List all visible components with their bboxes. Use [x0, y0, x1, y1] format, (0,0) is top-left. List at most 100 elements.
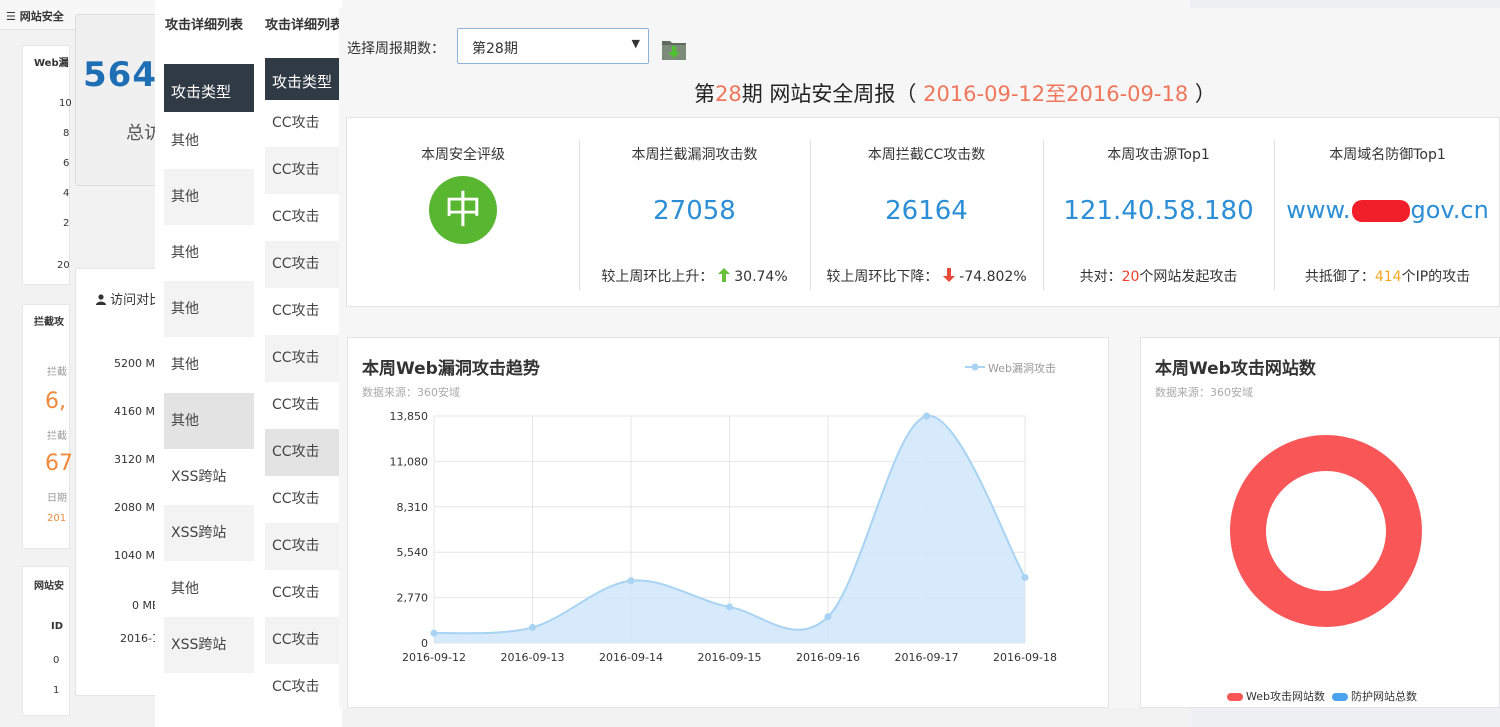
- site-security-card: 网站安 ID 0 1: [22, 566, 70, 716]
- web-tick: 6: [63, 158, 70, 169]
- list-item[interactable]: XSS跨站: [164, 449, 254, 505]
- period-selected-value: 第28期: [472, 41, 518, 57]
- legend-item-attacked[interactable]: Web攻击网站数: [1227, 690, 1325, 703]
- attack-list-panel-2: 攻击详细列表 攻击类型 CC攻击 CC攻击 CC攻击 CC攻击 CC攻击 CC攻击 CC攻击…: [257, 0, 344, 727]
- data-point[interactable]: [824, 613, 832, 621]
- block-date-label: 日期: [47, 493, 67, 504]
- list-item[interactable]: CC攻击: [265, 429, 342, 476]
- legend-item-protected[interactable]: 防护网站总数: [1331, 690, 1417, 703]
- list-item[interactable]: XSS跨站: [164, 505, 254, 561]
- report-period-number: 28: [715, 82, 742, 106]
- list-item[interactable]: CC攻击: [265, 476, 342, 523]
- stat-value: www. gov.cn: [1274, 196, 1500, 224]
- list-item[interactable]: XSS跨站: [164, 617, 254, 673]
- web-attack-card: Web漏 10 8 6 4 2 20: [22, 45, 72, 285]
- attack-type-column-header[interactable]: 攻击类型: [164, 64, 254, 112]
- x-tick-label: 2016-09-14: [599, 651, 663, 664]
- stat-value: 26164: [885, 196, 968, 226]
- attack-type-column-header[interactable]: 攻击类型: [265, 58, 342, 100]
- data-point[interactable]: [430, 629, 438, 637]
- list-item[interactable]: CC攻击: [265, 241, 342, 288]
- list-item[interactable]: CC攻击: [265, 570, 342, 617]
- block-date-value: 201: [47, 513, 67, 524]
- stat-domain-defense: 本周域名防御Top1 www. gov.cn 共抵御了：414个IP的攻击: [1274, 118, 1500, 308]
- period-label: 选择周报期数：: [347, 41, 445, 57]
- stats-panel: 本周安全评级 中 本周拦截漏洞攻击数 27058 较上周环比上升： 30.74%…: [346, 117, 1500, 307]
- sites-panel: 本周Web攻击网站数 数据来源：360安域 Web攻击网站数 防护网站总数: [1140, 337, 1500, 708]
- menu-title[interactable]: ☰ 网站安全: [6, 8, 64, 24]
- stat-title: 本周域名防御Top1: [1329, 147, 1446, 163]
- redaction-mark: [1351, 200, 1410, 222]
- list-item[interactable]: 其他: [164, 225, 254, 281]
- stat-footnote: 较上周环比上升： 30.74%: [579, 266, 810, 286]
- site-table-header: ID: [51, 621, 64, 632]
- period-select[interactable]: 第28期 ▼: [457, 28, 649, 64]
- data-point[interactable]: [627, 577, 635, 585]
- visit-compare-title: 访问对比: [96, 289, 162, 308]
- stat-foot-value: 30.74%: [734, 269, 788, 285]
- x-tick-label: 2016-09-18: [993, 651, 1057, 664]
- block-value: 67: [45, 451, 73, 476]
- stat-foot-prefix: 共对：: [1079, 269, 1122, 285]
- list-item[interactable]: CC攻击: [265, 664, 342, 711]
- chevron-down-icon: ▼: [631, 37, 640, 50]
- stat-title: 本周拦截漏洞攻击数: [631, 147, 758, 163]
- export-download-icon[interactable]: [661, 36, 687, 62]
- data-point[interactable]: [726, 603, 733, 611]
- attack-list-header: 攻击详细列表: [265, 18, 344, 33]
- y-tick-label: 0: [421, 637, 428, 650]
- y-tick-label: 2,770: [397, 592, 429, 605]
- block-value: 6,: [45, 389, 66, 414]
- stat-footnote: 较上周环比下降： -74.802%: [810, 266, 1043, 286]
- legend-swatch-icon: [1227, 693, 1243, 701]
- list-item[interactable]: CC攻击: [265, 147, 342, 194]
- stat-foot-suffix: 个IP的攻击: [1401, 269, 1471, 285]
- x-tick-label: 2016-09-17: [895, 651, 959, 664]
- list-item[interactable]: CC攻击: [265, 288, 342, 335]
- site-card-title: 网站安: [34, 581, 64, 592]
- stat-attack-source: 本周攻击源Top1 121.40.58.180 共对：20个网站发起攻击: [1043, 118, 1274, 308]
- trend-chart: 0 2,770 5,540 8,310 11,080 13,850 2016-09-12 20…: [390, 410, 1057, 664]
- trend-panel: 本周Web漏洞攻击趋势 数据来源：360安域 Web漏洞攻击 0 2,770 5,5…: [347, 337, 1109, 708]
- weekly-report-window: 选择周报期数： 第28期 ▼ 第28期 网站安全周报（ 2016-09-12至2…: [339, 8, 1500, 708]
- stat-vuln-attacks: 本周拦截漏洞攻击数 27058 较上周环比上升： 30.74%: [579, 118, 810, 308]
- donut-slice[interactable]: [1230, 435, 1422, 627]
- report-title-suffix: ）: [1188, 82, 1216, 106]
- list-item[interactable]: 其他: [164, 561, 254, 617]
- x-tick-label: 2016-09-13: [501, 651, 565, 664]
- list-item[interactable]: CC攻击: [265, 100, 342, 147]
- data-point[interactable]: [529, 623, 536, 631]
- report-title-middle: 期 网站安全周报（: [741, 82, 924, 106]
- y-tick-label: 8,310: [397, 501, 429, 514]
- arrow-up-icon: [717, 268, 730, 282]
- list-item[interactable]: 其他: [164, 337, 254, 393]
- list-item[interactable]: CC攻击: [265, 382, 342, 429]
- stat-value: 27058: [653, 196, 736, 226]
- list-item[interactable]: CC攻击: [265, 523, 342, 570]
- data-point[interactable]: [1021, 573, 1029, 581]
- data-point[interactable]: [923, 412, 930, 420]
- web-tick: 4: [63, 188, 70, 199]
- list-item[interactable]: CC攻击: [265, 617, 342, 664]
- list-item[interactable]: 其他: [164, 281, 254, 337]
- site-row-id: 1: [53, 685, 60, 696]
- attack-list-header: 攻击详细列表: [165, 18, 244, 33]
- list-item[interactable]: CC攻击: [265, 194, 342, 241]
- list-item[interactable]: 其他: [164, 169, 254, 225]
- domain-suffix: gov.cn: [1410, 196, 1489, 224]
- domain-prefix: www.: [1286, 196, 1351, 224]
- list-item[interactable]: 其他: [164, 393, 254, 449]
- block-attack-card: 拦截攻 拦截 6, 拦截 67 日期 201: [22, 304, 73, 549]
- attack-list-panel-1: 攻击详细列表 攻击类型 其他 其他 其他 其他 其他 其他 XSS跨站 XSS跨站 其他 XSS跨…: [155, 0, 260, 727]
- list-item[interactable]: 其他: [164, 113, 254, 169]
- stat-foot-prefix: 较上周环比下降：: [826, 269, 939, 285]
- web-tick: 20: [57, 260, 70, 271]
- security-grade-badge: 中: [429, 176, 497, 244]
- sites-donut-chart: [1230, 435, 1422, 627]
- list-item[interactable]: CC攻击: [265, 335, 342, 382]
- stat-foot-value: 414: [1374, 269, 1402, 285]
- legend-label: 防护网站总数: [1350, 690, 1417, 703]
- site-row-id: 0: [53, 655, 60, 666]
- arrow-down-icon: [942, 268, 955, 282]
- x-tick-label: 2016-09-12: [402, 651, 466, 664]
